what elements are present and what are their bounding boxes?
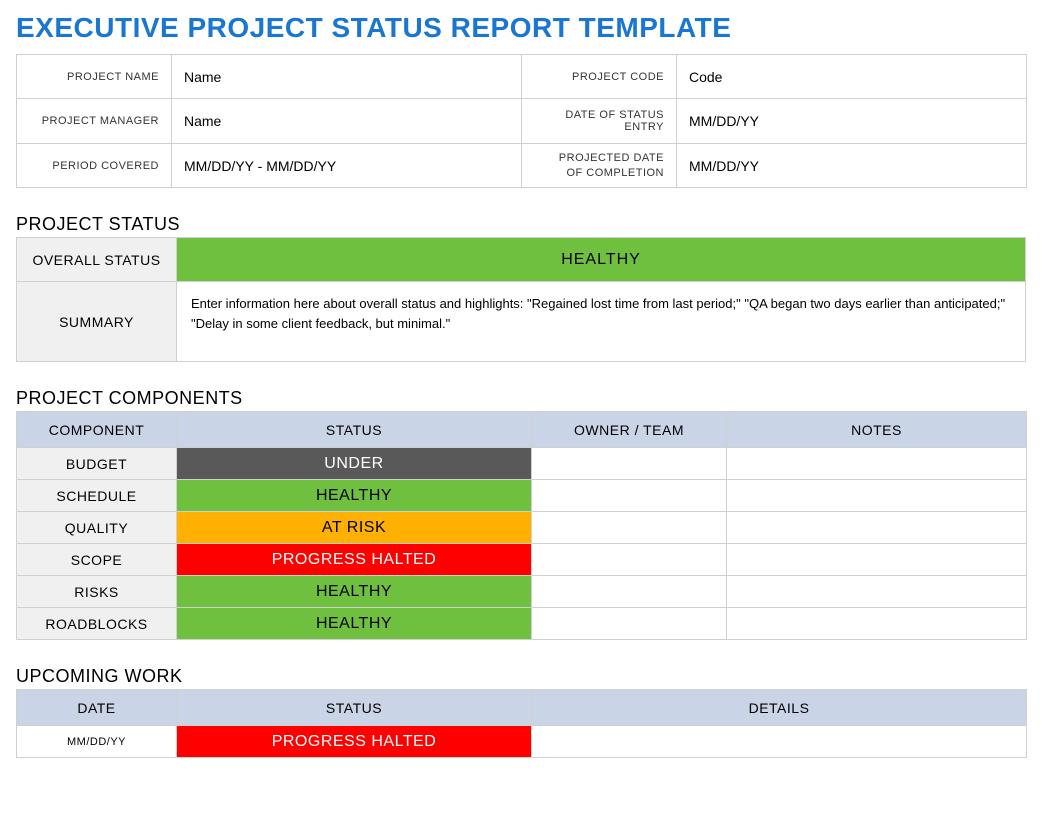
component-status[interactable]: AT RISK	[177, 512, 532, 544]
component-status[interactable]: PROGRESS HALTED	[177, 544, 532, 576]
header-component: COMPONENT	[17, 412, 177, 448]
component-owner[interactable]	[532, 512, 727, 544]
projected-value[interactable]: MM/DD/YY	[677, 144, 1027, 188]
period-label: PERIOD COVERED	[17, 144, 172, 188]
component-label: BUDGET	[17, 448, 177, 480]
component-label: SCOPE	[17, 544, 177, 576]
header-details: DETAILS	[532, 690, 1027, 726]
page-title: EXECUTIVE PROJECT STATUS REPORT TEMPLATE	[16, 12, 1029, 44]
overall-status-value[interactable]: HEALTHY	[177, 238, 1026, 282]
component-notes[interactable]	[727, 448, 1027, 480]
component-owner[interactable]	[532, 480, 727, 512]
date-entry-label: DATE OF STATUS ENTRY	[522, 99, 677, 144]
project-components-heading: PROJECT COMPONENTS	[16, 388, 1029, 409]
project-status-table: OVERALL STATUS HEALTHY SUMMARY Enter inf…	[16, 237, 1026, 362]
project-info-table: PROJECT NAME Name PROJECT CODE Code PROJ…	[16, 54, 1027, 188]
component-notes[interactable]	[727, 576, 1027, 608]
component-notes[interactable]	[727, 480, 1027, 512]
component-status[interactable]: HEALTHY	[177, 608, 532, 640]
component-row: SCHEDULEHEALTHY	[17, 480, 1027, 512]
project-manager-label: PROJECT MANAGER	[17, 99, 172, 144]
component-owner[interactable]	[532, 544, 727, 576]
component-label: SCHEDULE	[17, 480, 177, 512]
component-label: ROADBLOCKS	[17, 608, 177, 640]
upcoming-work-table: DATE STATUS DETAILS MM/DD/YYPROGRESS HAL…	[16, 689, 1027, 758]
project-manager-value[interactable]: Name	[172, 99, 522, 144]
header-status: STATUS	[177, 690, 532, 726]
info-row: PROJECT MANAGER Name DATE OF STATUS ENTR…	[17, 99, 1027, 144]
project-status-heading: PROJECT STATUS	[16, 214, 1029, 235]
component-owner[interactable]	[532, 448, 727, 480]
summary-label: SUMMARY	[17, 282, 177, 362]
component-row: BUDGETUNDER	[17, 448, 1027, 480]
overall-status-row: OVERALL STATUS HEALTHY	[17, 238, 1026, 282]
component-notes[interactable]	[727, 512, 1027, 544]
projected-label-line1: PROJECTED DATE	[559, 152, 664, 164]
summary-text[interactable]: Enter information here about overall sta…	[177, 282, 1026, 362]
component-owner[interactable]	[532, 608, 727, 640]
component-notes[interactable]	[727, 544, 1027, 576]
component-notes[interactable]	[727, 608, 1027, 640]
project-code-label: PROJECT CODE	[522, 55, 677, 99]
header-date: DATE	[17, 690, 177, 726]
component-owner[interactable]	[532, 576, 727, 608]
component-row: SCOPEPROGRESS HALTED	[17, 544, 1027, 576]
component-status[interactable]: HEALTHY	[177, 480, 532, 512]
overall-status-label: OVERALL STATUS	[17, 238, 177, 282]
upcoming-date[interactable]: MM/DD/YY	[17, 726, 177, 758]
project-code-value[interactable]: Code	[677, 55, 1027, 99]
component-row: RISKSHEALTHY	[17, 576, 1027, 608]
info-row: PERIOD COVERED MM/DD/YY - MM/DD/YY PROJE…	[17, 144, 1027, 188]
upcoming-row: MM/DD/YYPROGRESS HALTED	[17, 726, 1027, 758]
components-header-row: COMPONENT STATUS OWNER / TEAM NOTES	[17, 412, 1027, 448]
component-status[interactable]: HEALTHY	[177, 576, 532, 608]
date-entry-value[interactable]: MM/DD/YY	[677, 99, 1027, 144]
project-name-label: PROJECT NAME	[17, 55, 172, 99]
upcoming-status[interactable]: PROGRESS HALTED	[177, 726, 532, 758]
component-row: QUALITYAT RISK	[17, 512, 1027, 544]
header-notes: NOTES	[727, 412, 1027, 448]
project-name-value[interactable]: Name	[172, 55, 522, 99]
upcoming-header-row: DATE STATUS DETAILS	[17, 690, 1027, 726]
info-row: PROJECT NAME Name PROJECT CODE Code	[17, 55, 1027, 99]
component-label: QUALITY	[17, 512, 177, 544]
component-row: ROADBLOCKSHEALTHY	[17, 608, 1027, 640]
upcoming-work-heading: UPCOMING WORK	[16, 666, 1029, 687]
period-value[interactable]: MM/DD/YY - MM/DD/YY	[172, 144, 522, 188]
projected-label-line2: OF COMPLETION	[566, 167, 664, 179]
projected-label: PROJECTED DATE OF COMPLETION	[522, 144, 677, 188]
project-components-table: COMPONENT STATUS OWNER / TEAM NOTES BUDG…	[16, 411, 1027, 640]
header-owner: OWNER / TEAM	[532, 412, 727, 448]
header-status: STATUS	[177, 412, 532, 448]
component-status[interactable]: UNDER	[177, 448, 532, 480]
upcoming-details[interactable]	[532, 726, 1027, 758]
summary-row: SUMMARY Enter information here about ove…	[17, 282, 1026, 362]
component-label: RISKS	[17, 576, 177, 608]
